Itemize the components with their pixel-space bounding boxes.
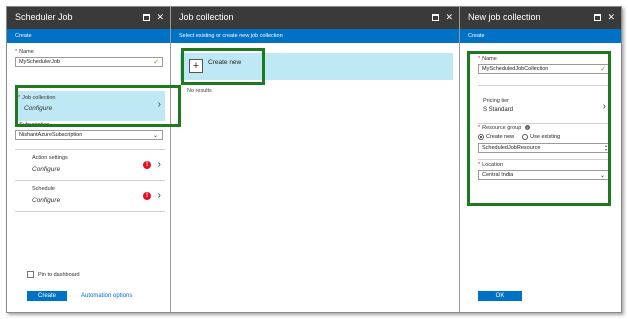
checkmark-icon: ✓	[153, 59, 159, 66]
pin-checkbox[interactable]	[27, 271, 34, 278]
action-settings-row[interactable]: Action settings Configure ! ›	[15, 150, 165, 180]
command-bar: Create	[7, 29, 170, 43]
create-button[interactable]: Create	[27, 291, 67, 301]
chevron-right-icon: ›	[157, 159, 161, 170]
maximize-icon[interactable]	[432, 13, 440, 21]
highlight-create-new	[181, 48, 265, 85]
highlight-job-collection	[15, 85, 181, 127]
ok-button[interactable]: OK	[478, 291, 522, 301]
close-icon[interactable]: ✕	[445, 13, 453, 22]
highlight-new-collection-form	[467, 51, 611, 206]
schedule-row[interactable]: Schedule Configure ! ›	[15, 181, 165, 211]
maximize-icon[interactable]	[143, 13, 151, 21]
blade-title: Job collection	[179, 12, 234, 22]
blade-header: Scheduler Job ✕	[7, 7, 170, 29]
blade-title: Scheduler Job	[15, 12, 73, 22]
scheduler-job-blade: Scheduler Job ✕ Create * Name MyScheduler…	[7, 7, 171, 312]
chevron-down-icon: ⌄	[152, 133, 158, 139]
automation-options-link[interactable]: Automation options	[81, 293, 132, 299]
close-icon[interactable]: ✕	[607, 13, 615, 22]
pin-dashboard[interactable]: Pin to dashboard	[27, 271, 80, 278]
command-label: Create	[15, 33, 32, 39]
command-label: Create	[468, 33, 485, 39]
warning-icon: !	[143, 192, 151, 200]
subscription-select[interactable]: NishantAzureSubscription ⌄	[15, 130, 163, 140]
chevron-right-icon: ›	[157, 190, 161, 201]
portal-frame: Scheduler Job ✕ Create * Name MyScheduler…	[6, 6, 622, 313]
blade-title: New job collection	[468, 12, 541, 22]
command-label: Select existing or create new job collec…	[179, 33, 283, 39]
job-name-input[interactable]: MySchedulerJob ✓	[15, 57, 163, 67]
maximize-icon[interactable]	[594, 13, 602, 21]
warning-icon: !	[143, 161, 151, 169]
no-results-text: No results	[187, 88, 212, 94]
name-label: * Name	[15, 49, 34, 55]
close-icon[interactable]: ✕	[156, 13, 164, 22]
